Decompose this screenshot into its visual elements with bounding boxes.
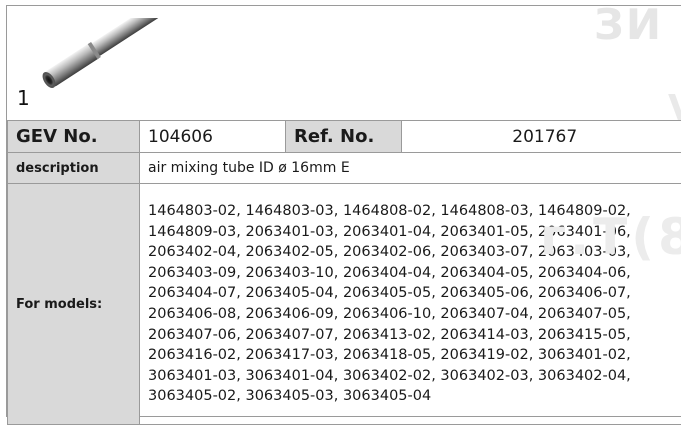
description-value: air mixing tube ID ø 16mm E	[140, 153, 681, 184]
models-label: For models:	[8, 184, 140, 425]
models-value: 1464803-02, 1464803-03, 1464808-02, 1464…	[140, 184, 681, 425]
gev-row: GEV No. 104606 Ref. No. 201767	[8, 121, 681, 153]
gev-value: 104606	[140, 121, 286, 153]
description-row: description air mixing tube ID ø 16mm E	[8, 153, 681, 184]
spec-table: GEV No. 104606 Ref. No. 201767 descripti…	[7, 120, 681, 425]
image-area: 1	[7, 6, 681, 120]
models-row: For models: 1464803-02, 1464803-03, 1464…	[8, 184, 681, 425]
ref-value: 201767	[402, 121, 681, 153]
ref-label: Ref. No.	[286, 121, 402, 153]
description-label: description	[8, 153, 140, 184]
item-index: 1	[17, 86, 30, 110]
gev-label: GEV No.	[8, 121, 140, 153]
air-mixing-tube-image	[35, 18, 175, 98]
part-card: 1 GEV No. 104606 Ref. No. 201767 descrip…	[6, 5, 681, 417]
